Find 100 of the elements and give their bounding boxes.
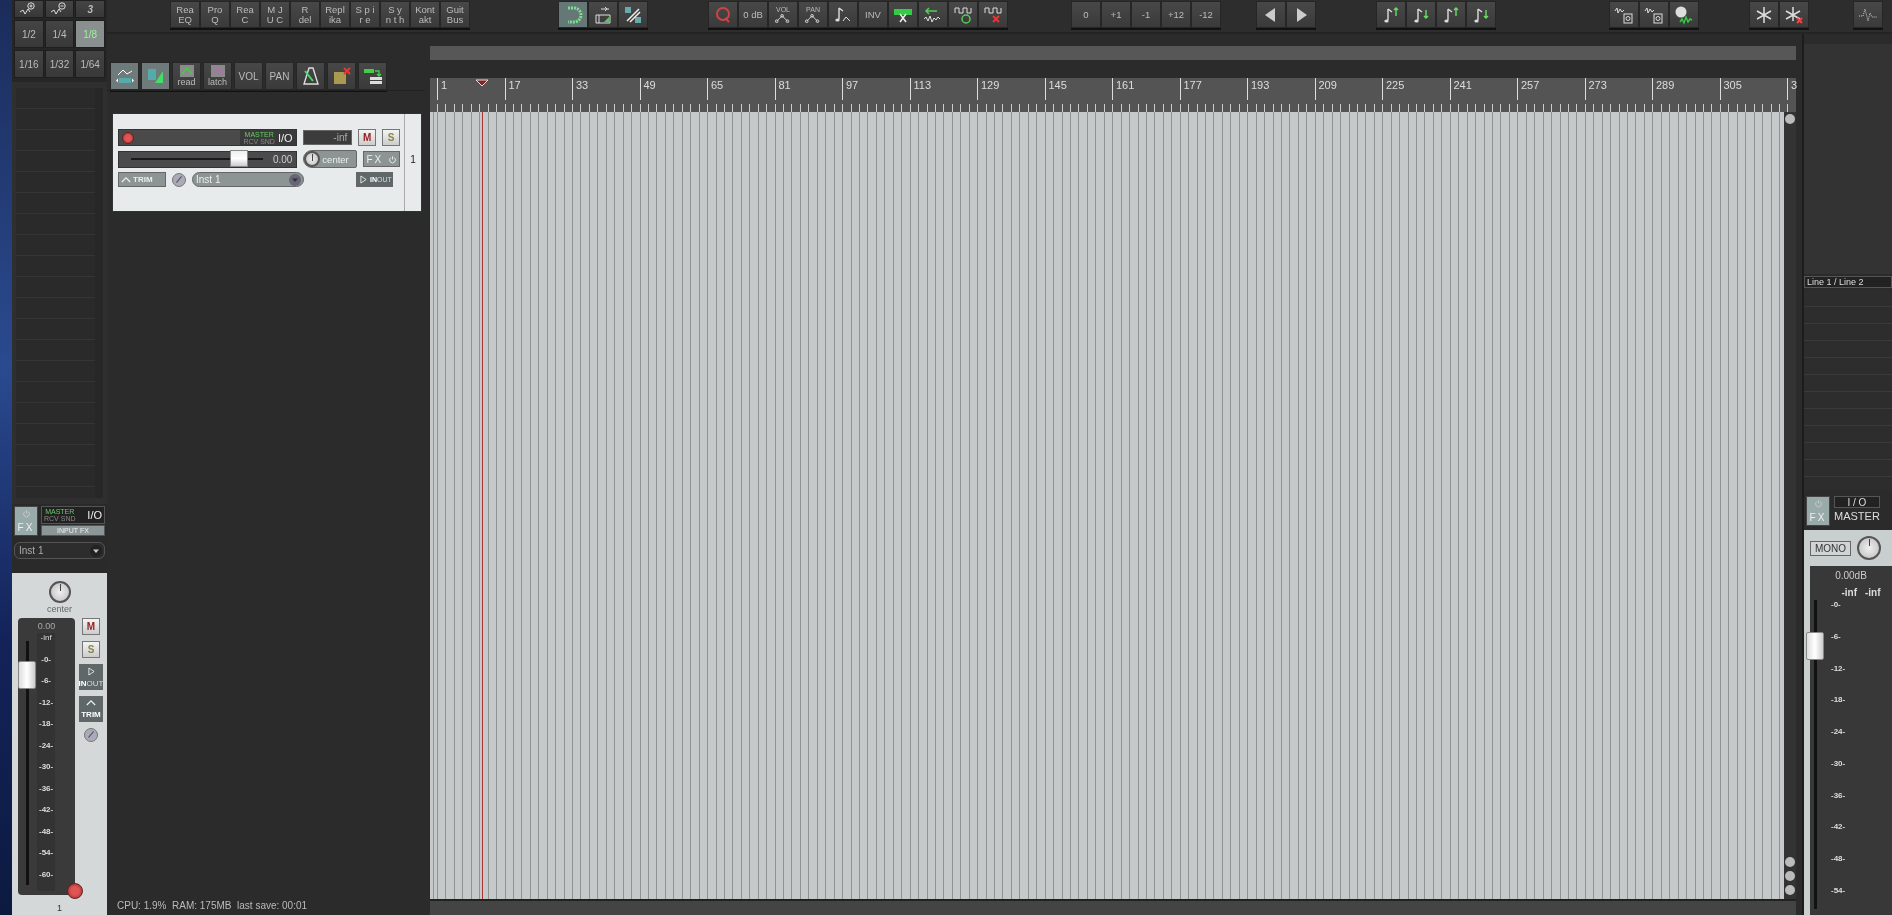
automation-mode-button[interactable]: read	[172, 62, 201, 90]
ruler-label: 81	[774, 78, 842, 100]
mute-button[interactable]: M	[82, 618, 100, 635]
route-button[interactable]	[358, 62, 387, 90]
phase-invert-button[interactable]	[172, 172, 186, 187]
reset-gain-button[interactable]: 0 dB	[738, 1, 768, 28]
scroll-up-button[interactable]	[1785, 114, 1795, 124]
metronome-icon	[300, 66, 321, 86]
group-link-button[interactable]	[618, 1, 648, 28]
freeze-button[interactable]	[1749, 1, 1779, 28]
grid-division-button[interactable]: 1/32	[44, 50, 75, 78]
fx-shortcut-button[interactable]: S p i r e	[350, 1, 380, 28]
meter-scale-label: -60-	[39, 869, 54, 879]
reverse-button[interactable]	[918, 1, 948, 28]
phase-invert-button[interactable]	[84, 728, 98, 742]
transpose-button[interactable]: -1	[1131, 1, 1161, 28]
input-monitor-button[interactable]: INOUT	[79, 664, 103, 690]
ruler-label: 177	[1179, 78, 1247, 100]
transpose-button[interactable]: +12	[1161, 1, 1191, 28]
solo-clear-button[interactable]	[327, 62, 356, 90]
ruler-label: 17	[504, 78, 572, 100]
trim-icon	[145, 66, 166, 86]
spectrum-button[interactable]	[1853, 1, 1883, 28]
triplet-button[interactable]: 3	[75, 0, 105, 18]
power-icon	[1813, 499, 1823, 508]
envelope-icon	[86, 699, 96, 706]
transpose-button[interactable]: -12	[1191, 1, 1221, 28]
trim-button[interactable]: TRIM	[79, 696, 103, 722]
grid-division-button[interactable]: 1/4	[44, 20, 75, 48]
fx-shortcut-button[interactable]: M J U C	[260, 1, 290, 28]
ripple-edit-button[interactable]	[588, 1, 618, 28]
envelope-toggle-button[interactable]: PAN	[265, 62, 294, 90]
midi-wave-icon	[1674, 4, 1694, 25]
envelope-nodes-icon	[804, 14, 822, 23]
horizontal-scrollbar[interactable]	[430, 899, 1796, 915]
volume-readout: 0.00dB	[1835, 570, 1867, 581]
vertical-scrollbar[interactable]	[1784, 112, 1796, 899]
trim-button[interactable]	[141, 62, 170, 90]
meter-scale-label: -12-	[1831, 663, 1846, 673]
io-button[interactable]: I / O	[1834, 496, 1880, 508]
track-name-dropdown[interactable]: Inst 1	[14, 542, 105, 559]
meter-scale-label: -18-	[1831, 695, 1846, 705]
note-transpose-button[interactable]	[1466, 1, 1496, 28]
ruler-label: 129	[977, 78, 1045, 100]
render-midi-button[interactable]	[1669, 1, 1699, 28]
fader-thumb[interactable]	[1806, 632, 1824, 661]
record-arm-button[interactable]	[67, 883, 83, 899]
mute-button[interactable]: M	[358, 129, 377, 146]
playhead-marker-icon[interactable]	[475, 79, 489, 87]
transpose-button[interactable]: +1	[1101, 1, 1131, 28]
fx-shortcut-button[interactable]: Rea EQ	[170, 1, 200, 28]
fx-shortcut-button[interactable]: Repl ika	[320, 1, 350, 28]
meter-scale-label: -30-	[1831, 758, 1846, 768]
peak-readout: -inf	[1841, 587, 1857, 598]
fx-shortcut-button[interactable]: Rea C	[230, 1, 260, 28]
meter-scale-label: -48-	[39, 826, 54, 836]
fader-thumb[interactable]	[230, 150, 249, 167]
fx-shortcut-button[interactable]: Kont akt	[410, 1, 440, 28]
grid-division-button[interactable]: 1/64	[75, 50, 105, 78]
fx-shortcut-button[interactable]: R del	[290, 1, 320, 28]
fader-thumb[interactable]	[18, 661, 36, 690]
fx-shortcut-button[interactable]: S y n t h	[380, 1, 410, 28]
meter-scale-label: -54-	[1831, 885, 1846, 895]
pan-knob[interactable]	[48, 581, 71, 603]
zoom-in-button[interactable]	[14, 0, 44, 18]
unfreeze-button[interactable]	[1779, 1, 1809, 28]
metronome-button[interactable]	[296, 62, 325, 90]
track-number: 1	[12, 901, 107, 915]
mono-button[interactable]: MONO	[1810, 540, 1852, 556]
quantize-button[interactable]	[708, 1, 738, 28]
note-transpose-button[interactable]	[1406, 1, 1436, 28]
loop-button[interactable]	[948, 1, 978, 28]
pan-knob[interactable]	[304, 151, 321, 167]
invert-button[interactable]: INV	[858, 1, 888, 28]
meter-readout: -inf	[302, 130, 353, 145]
grid-division-button[interactable]: 1/16	[14, 50, 44, 78]
render-button[interactable]	[1639, 1, 1669, 28]
next-button[interactable]	[1286, 1, 1316, 28]
zoom-out-button[interactable]	[44, 0, 75, 18]
snap-button[interactable]	[558, 1, 588, 28]
automation-mode-button[interactable]: latch	[203, 62, 232, 90]
previous-button[interactable]	[1256, 1, 1286, 28]
meter-scale-label: -0-	[1831, 600, 1842, 609]
midi-envelope-button[interactable]	[828, 1, 858, 28]
fx-shortcut-button[interactable]: Guit Bus	[440, 1, 470, 28]
render-button[interactable]	[1609, 1, 1639, 28]
pan-knob[interactable]	[1857, 536, 1882, 560]
timeline-ruler[interactable]: 1 17 33 49 65 81 97 113 129 145 161 177 193 209 225 241 257 273 289 305 3	[430, 78, 1796, 112]
grid-division-button[interactable]: 1/2	[14, 20, 44, 48]
split-button[interactable]	[888, 1, 918, 28]
track-number: 1	[410, 154, 416, 165]
fx-shortcut-button[interactable]: Pro Q	[200, 1, 230, 28]
note-transpose-button[interactable]	[1376, 1, 1406, 28]
points-button[interactable]	[110, 62, 139, 90]
transpose-button[interactable]: 0	[1071, 1, 1101, 28]
solo-button[interactable]: S	[82, 641, 100, 658]
note-transpose-button[interactable]	[1436, 1, 1466, 28]
envelope-toggle-button[interactable]: VOL	[234, 62, 263, 90]
remove-loop-button[interactable]	[978, 1, 1008, 28]
solo-button[interactable]: S	[382, 129, 400, 146]
